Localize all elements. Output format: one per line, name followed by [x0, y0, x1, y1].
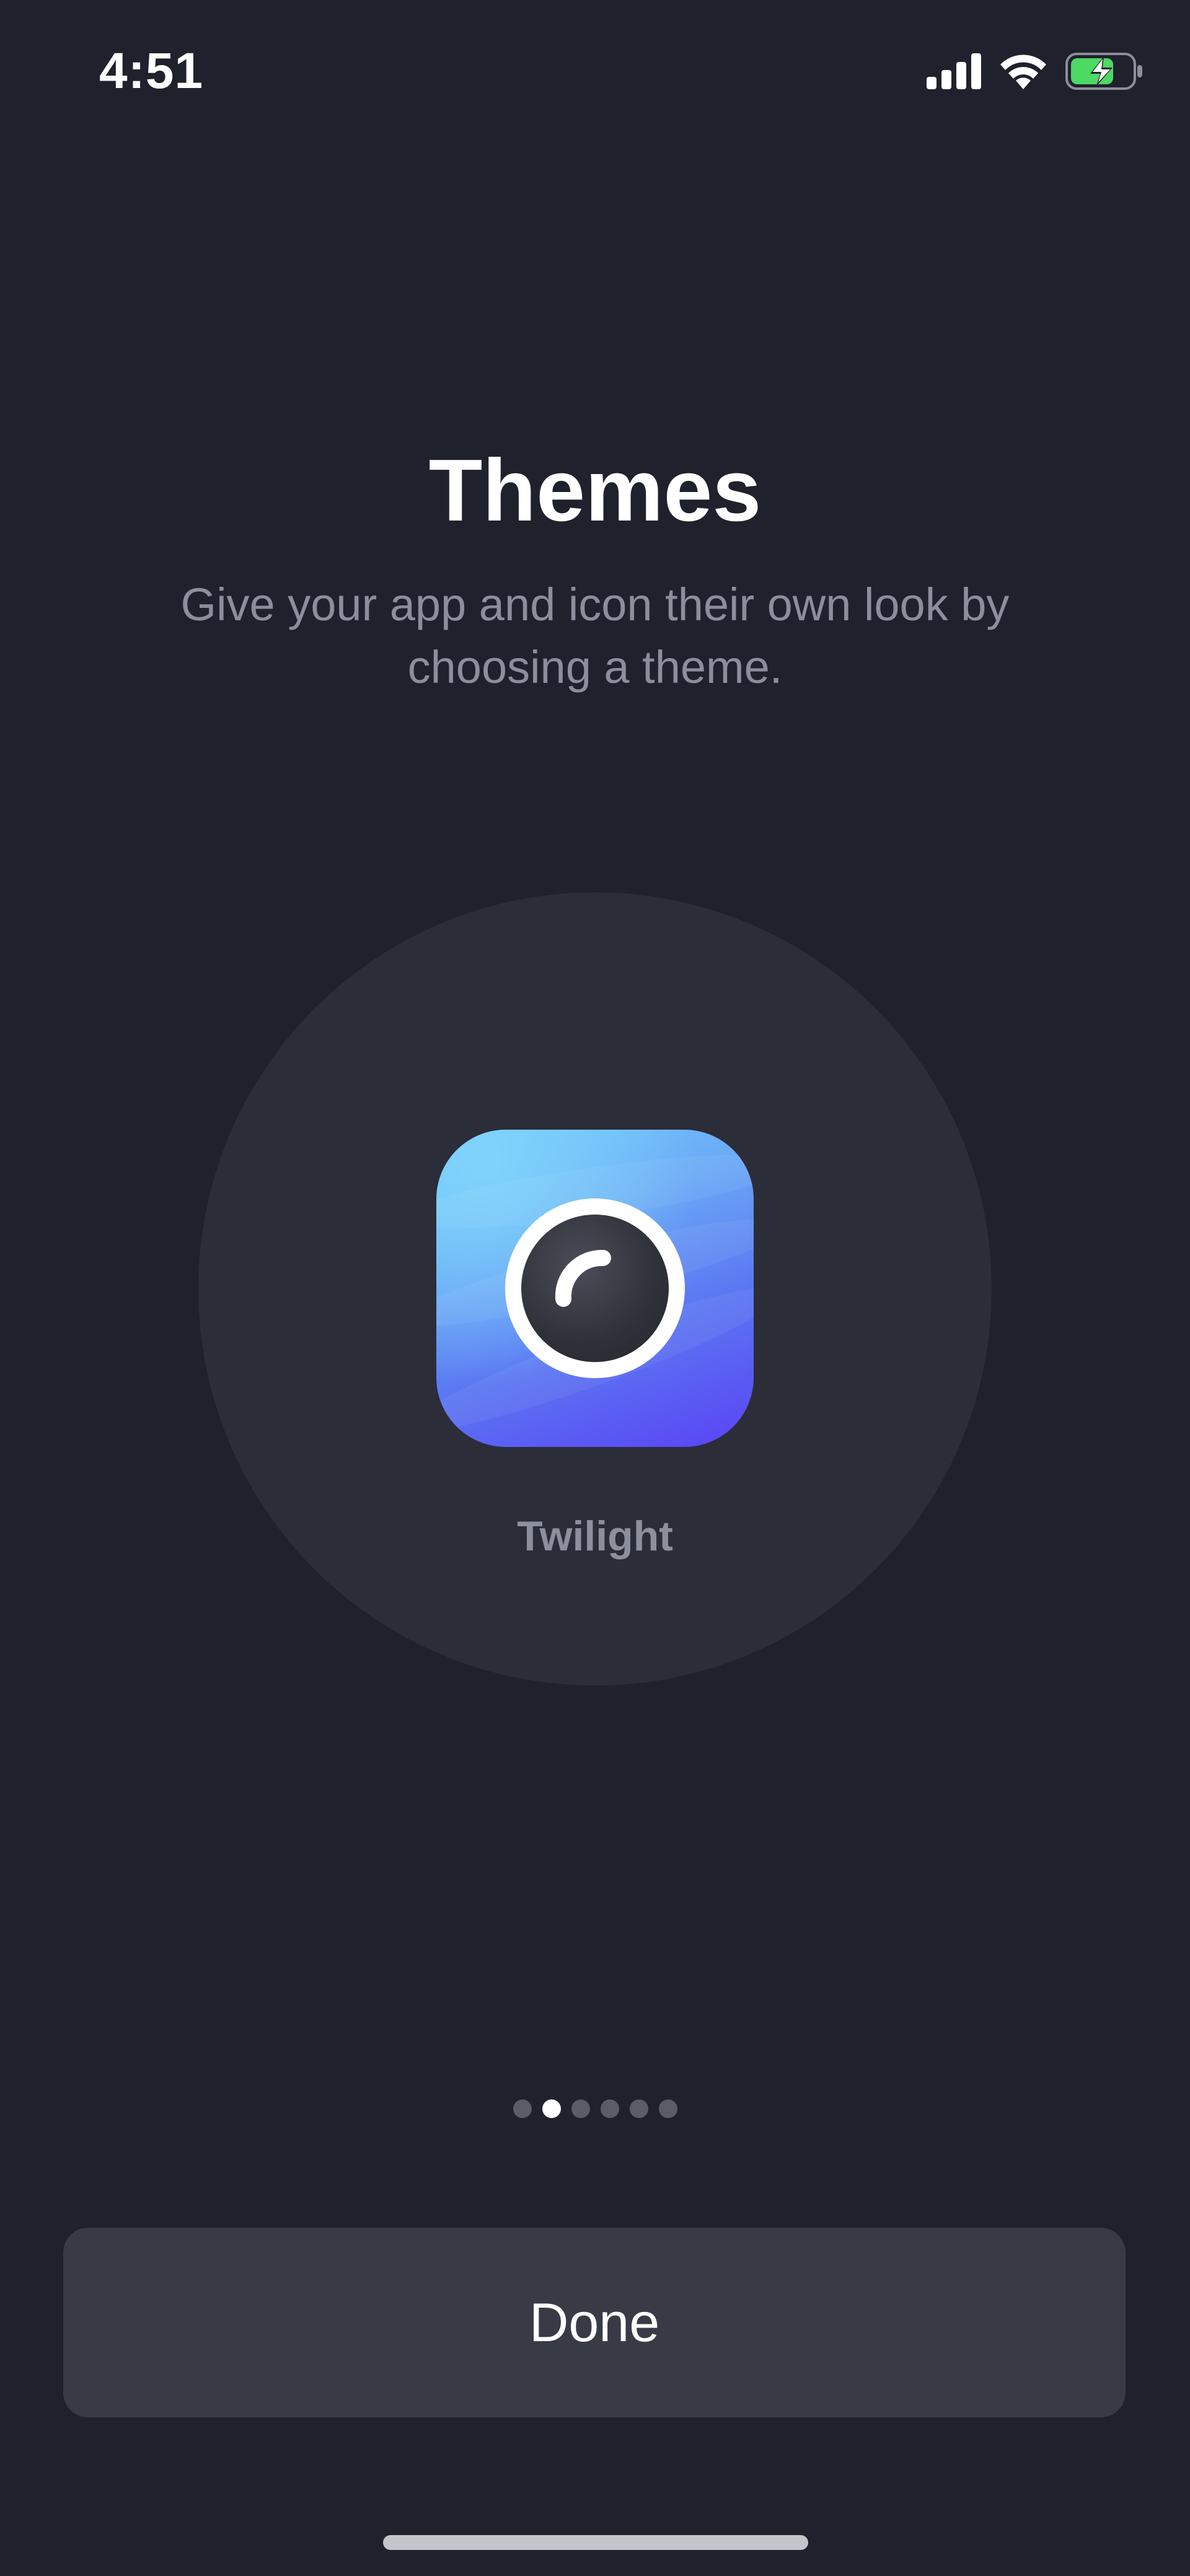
- camera-lens-app-icon[interactable]: [436, 1130, 754, 1447]
- page-subtitle: Give your app and icon their own look by…: [180, 579, 1010, 693]
- home-indicator[interactable]: [383, 2535, 808, 2550]
- page-dot[interactable]: [629, 2099, 648, 2118]
- lens-glass: [521, 1215, 669, 1362]
- page-dot[interactable]: [658, 2099, 677, 2118]
- battery-charging-icon: [1065, 52, 1144, 93]
- status-bar: 4:51: [0, 0, 1190, 143]
- page-title: Themes: [428, 441, 762, 540]
- page-dot-active[interactable]: [542, 2099, 561, 2118]
- page-dot[interactable]: [513, 2099, 532, 2118]
- done-button[interactable]: Done: [63, 2228, 1126, 2417]
- page-indicator[interactable]: [0, 2099, 1190, 2118]
- wifi-icon: [998, 53, 1048, 92]
- lens-ring: [505, 1198, 685, 1378]
- status-icons: [927, 51, 1144, 94]
- theme-name-label: Twilight: [517, 1513, 673, 1560]
- status-time: 4:51: [99, 43, 204, 99]
- lens-glint-icon: [555, 1249, 611, 1307]
- page-dot[interactable]: [600, 2099, 619, 2118]
- cellular-signal-icon: [927, 53, 981, 92]
- page-dot[interactable]: [571, 2099, 590, 2118]
